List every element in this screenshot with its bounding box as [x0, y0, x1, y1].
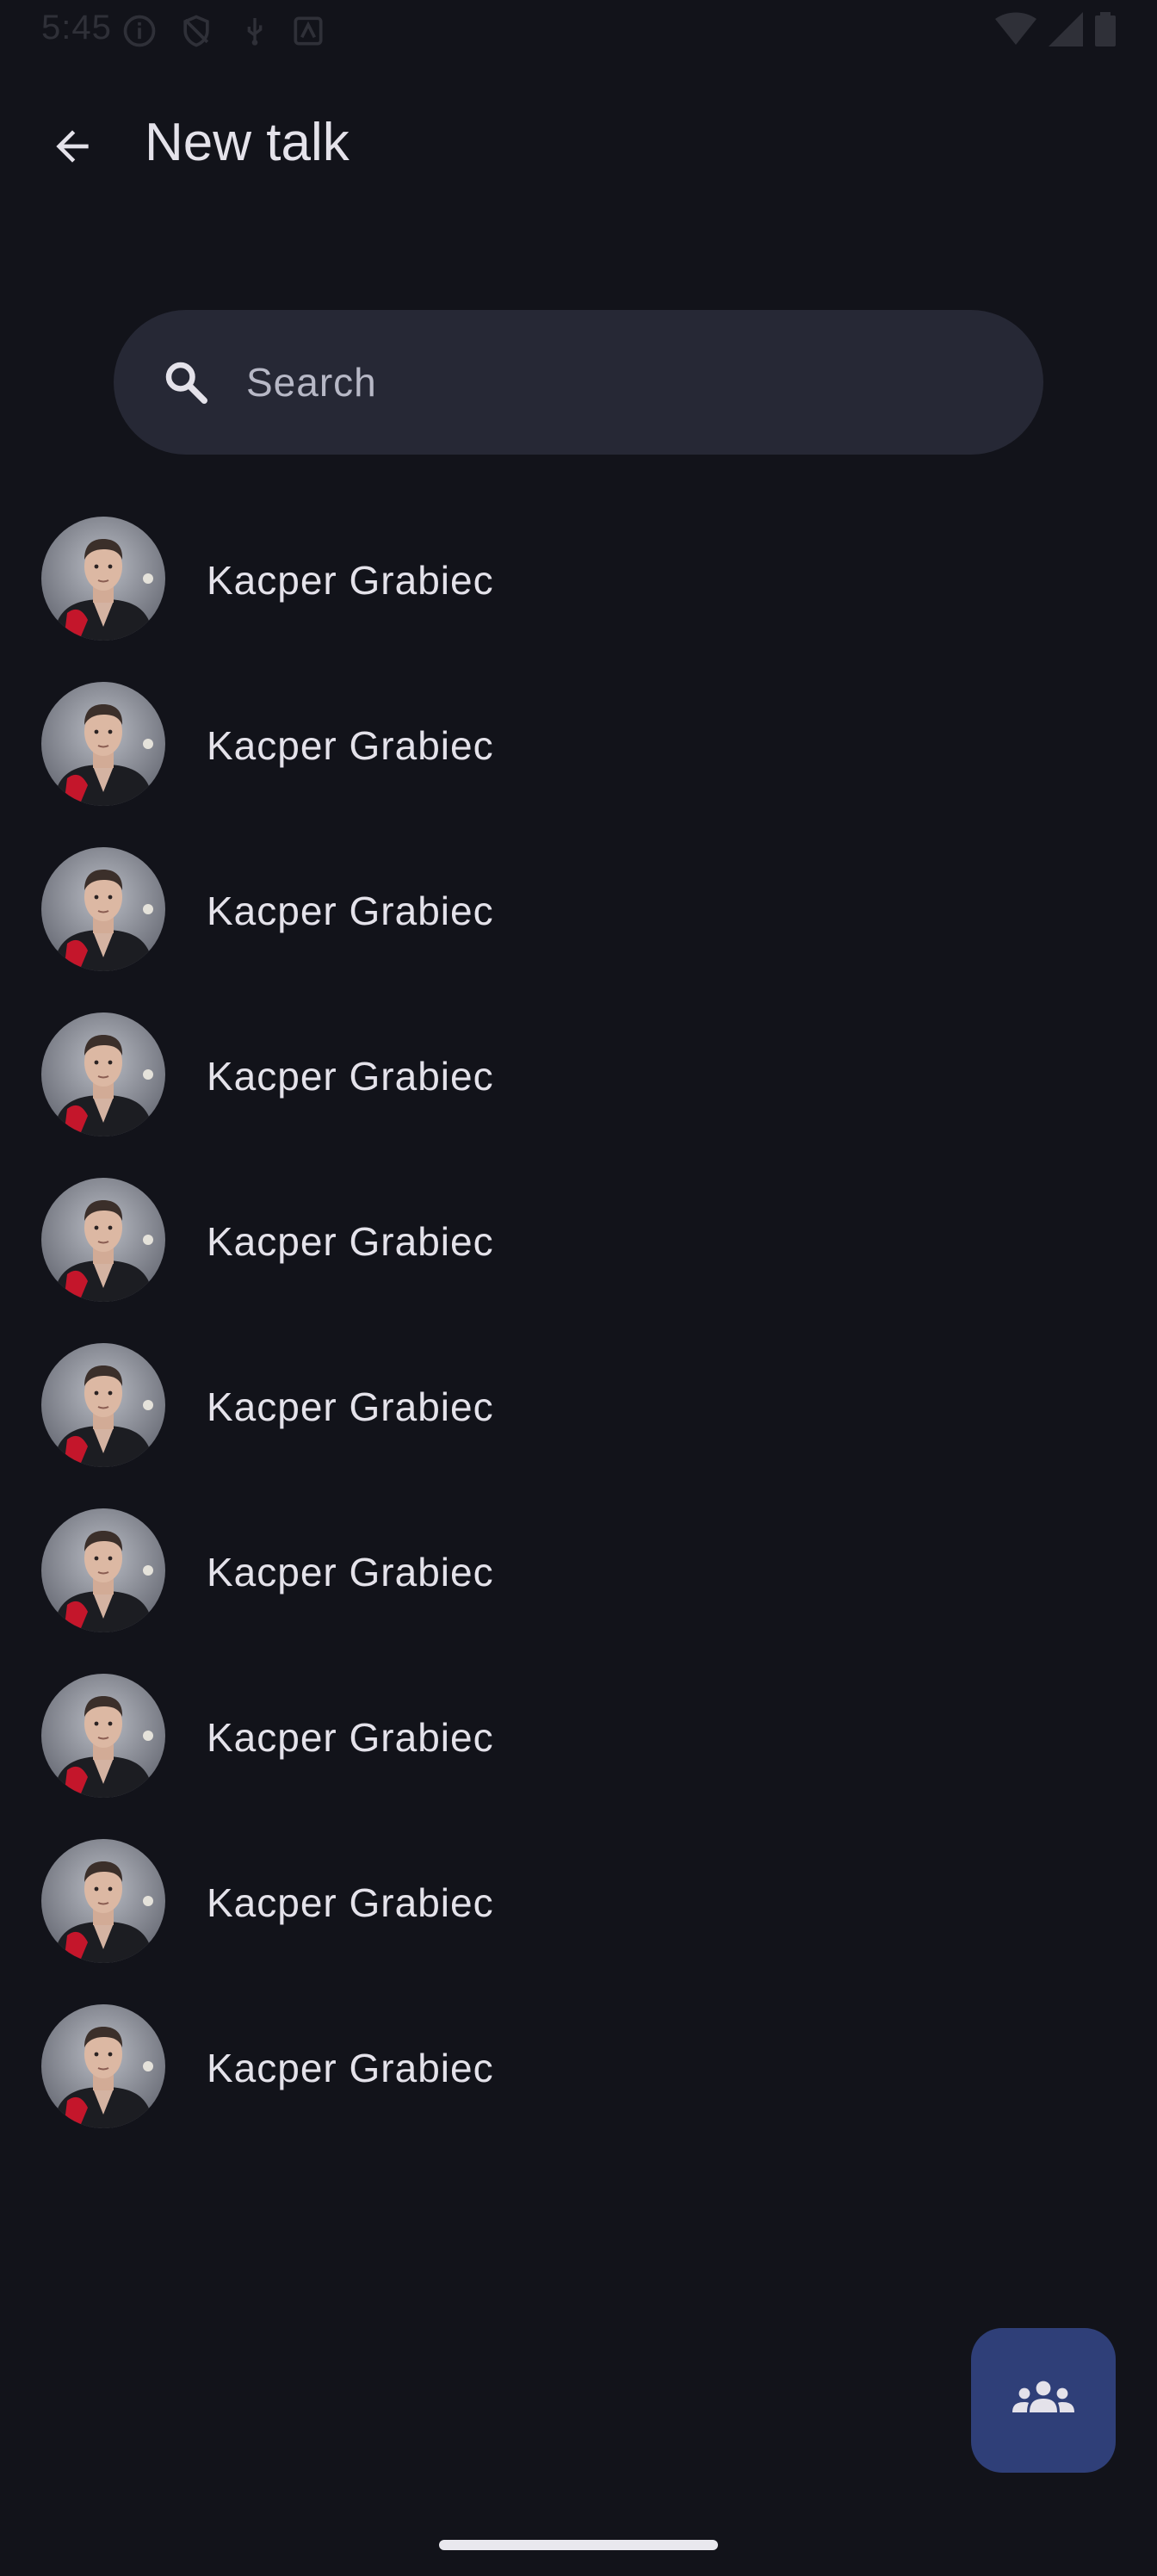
new-talk-screen: 5:45 New talk Search Kacper Grabiec Kacp…	[0, 0, 1157, 2576]
usb-icon	[238, 12, 272, 54]
contact-item[interactable]: Kacper Grabiec	[0, 641, 1157, 806]
contact-name: Kacper Grabiec	[207, 1384, 494, 1429]
arrow-back-icon	[48, 122, 96, 175]
contact-name: Kacper Grabiec	[207, 1880, 494, 1925]
avatar	[41, 847, 165, 971]
contact-item[interactable]: Kacper Grabiec	[0, 806, 1157, 971]
contact-name: Kacper Grabiec	[207, 2046, 494, 2090]
create-group-button[interactable]	[971, 2328, 1116, 2473]
contact-item[interactable]: Kacper Grabiec	[0, 971, 1157, 1136]
contact-name: Kacper Grabiec	[207, 1715, 494, 1760]
group-icon	[1011, 2378, 1076, 2424]
avatar	[41, 1178, 165, 1302]
page-title: New talk	[145, 113, 350, 172]
signal-icon	[1049, 12, 1083, 51]
search-bar[interactable]	[114, 310, 1043, 455]
contact-item[interactable]: Kacper Grabiec	[0, 1632, 1157, 1798]
avatar	[41, 1508, 165, 1632]
system-icons	[995, 12, 1116, 51]
contact-name: Kacper Grabiec	[207, 889, 494, 933]
contact-item[interactable]: Kacper Grabiec	[0, 1136, 1157, 1302]
search-input[interactable]	[244, 338, 1043, 426]
contact-item[interactable]: Kacper Grabiec	[0, 1467, 1157, 1632]
wifi-icon	[995, 12, 1036, 51]
contact-name: Kacper Grabiec	[207, 1219, 494, 1264]
home-indicator[interactable]	[439, 2540, 718, 2550]
contact-name: Kacper Grabiec	[207, 1550, 494, 1595]
app-bar: New talk	[0, 95, 1157, 191]
avatar	[41, 682, 165, 806]
shield-icon	[177, 12, 215, 54]
back-button[interactable]	[34, 110, 110, 186]
avatar	[41, 2004, 165, 2128]
search-icon	[158, 355, 213, 410]
contact-item[interactable]: Kacper Grabiec	[0, 475, 1157, 641]
contact-item[interactable]: Kacper Grabiec	[0, 1798, 1157, 1963]
contact-item[interactable]: Kacper Grabiec	[0, 1963, 1157, 2128]
avatar	[41, 1674, 165, 1798]
avatar	[41, 517, 165, 641]
contact-item[interactable]: Kacper Grabiec	[0, 1302, 1157, 1467]
avatar	[41, 1343, 165, 1467]
contact-name: Kacper Grabiec	[207, 1054, 494, 1099]
status-bar: 5:45	[0, 0, 1157, 62]
avatar	[41, 1839, 165, 1963]
info-icon	[121, 12, 158, 54]
accessibility-icon	[289, 12, 327, 54]
contact-name: Kacper Grabiec	[207, 558, 494, 603]
avatar	[41, 1012, 165, 1136]
contact-name: Kacper Grabiec	[207, 723, 494, 768]
status-time: 5:45	[41, 9, 112, 46]
battery-icon	[1095, 12, 1116, 51]
